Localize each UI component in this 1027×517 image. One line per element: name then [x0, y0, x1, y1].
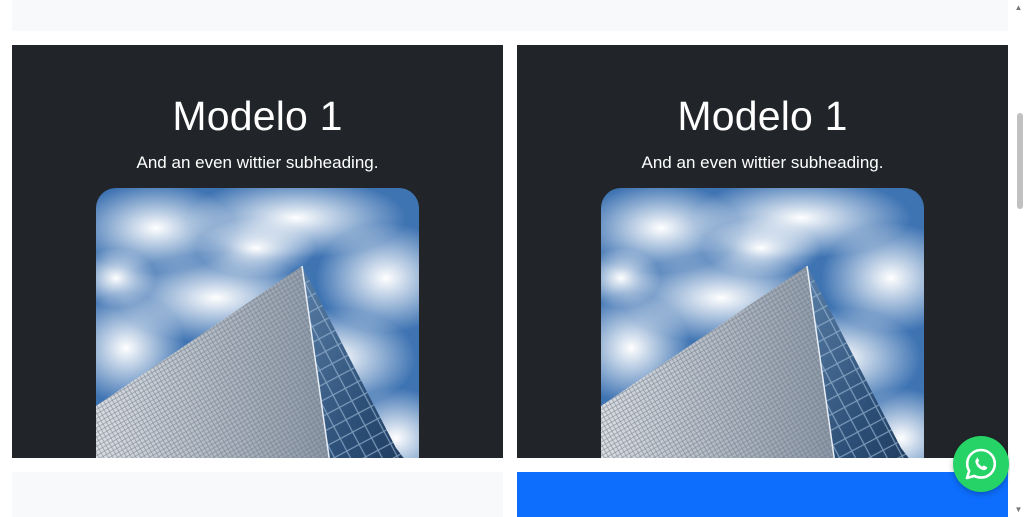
bottom-primary-section [517, 472, 1008, 517]
top-light-section [12, 0, 1008, 31]
page-viewport: Modelo 1 And an even wittier subheading. [0, 0, 1027, 517]
card-subtitle: And an even wittier subheading. [641, 153, 884, 172]
scroll-up-arrow-icon[interactable]: ▲ [1014, 4, 1023, 12]
whatsapp-icon [965, 448, 997, 480]
skyscraper-image [96, 188, 419, 458]
feature-card-right: Modelo 1 And an even wittier subheading. [517, 45, 1008, 458]
card-title: Modelo 1 [172, 93, 343, 139]
card-image [601, 188, 924, 458]
card-title: Modelo 1 [677, 93, 848, 139]
whatsapp-button[interactable] [953, 436, 1009, 492]
feature-card-left: Modelo 1 And an even wittier subheading. [12, 45, 503, 458]
scroll-down-arrow-icon[interactable]: ▼ [1014, 506, 1023, 514]
bottom-light-section [12, 472, 503, 517]
card-image [96, 188, 419, 458]
vertical-scrollbar[interactable]: ▲ ▼ [1010, 0, 1027, 517]
card-subtitle: And an even wittier subheading. [136, 153, 379, 172]
scrollbar-thumb[interactable] [1017, 113, 1023, 209]
skyscraper-image [601, 188, 924, 458]
